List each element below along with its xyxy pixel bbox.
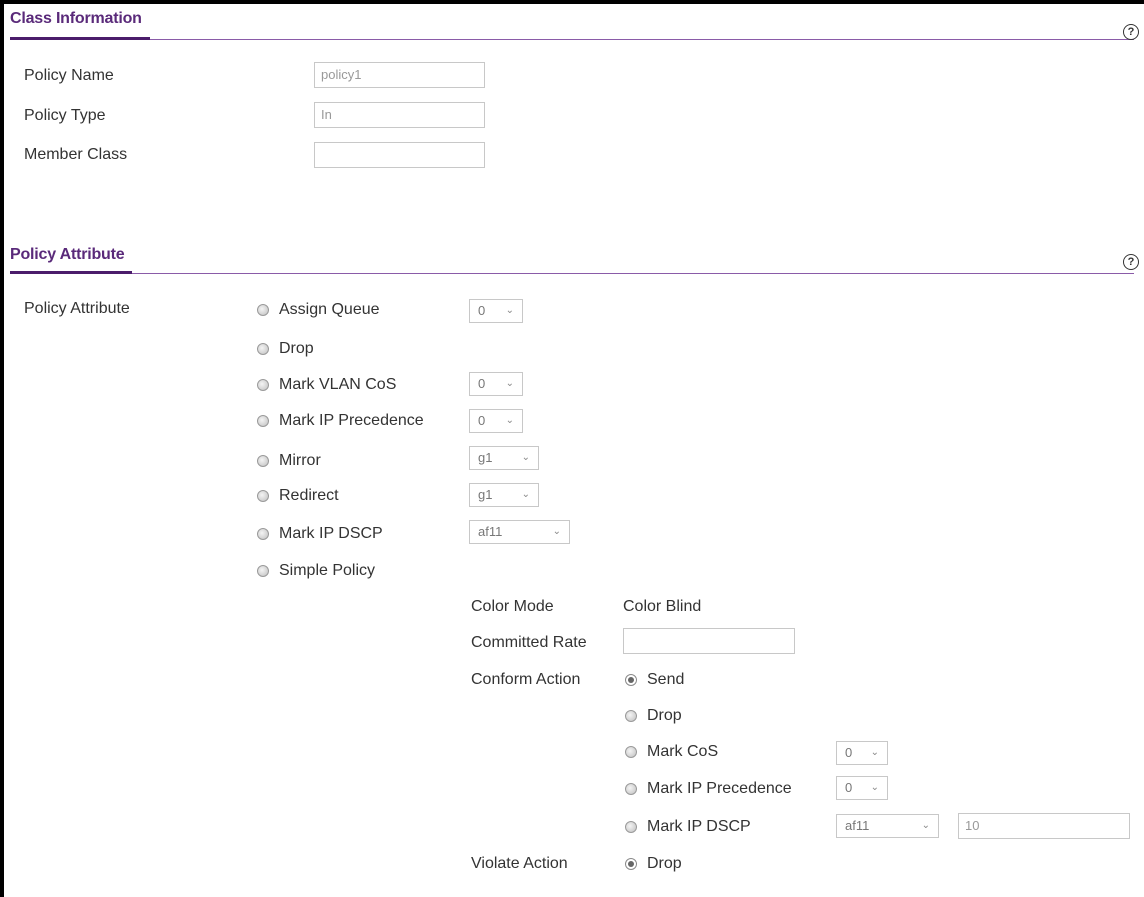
conform-mark-cos-value: 0 — [845, 745, 853, 760]
conform-mark-ip-precedence-select[interactable]: 0 ⌄ — [836, 776, 888, 800]
help-icon[interactable]: ? — [1123, 24, 1139, 40]
conform-action-label: Conform Action — [471, 671, 581, 688]
mark-ip-precedence-radio[interactable] — [257, 415, 269, 427]
mirror-select[interactable]: g1 ⌄ — [469, 446, 539, 470]
violate-action-label: Violate Action — [471, 855, 568, 872]
redirect-select[interactable]: g1 ⌄ — [469, 483, 539, 507]
conform-mark-ip-dscp-value-field[interactable]: 10 — [958, 813, 1130, 839]
member-class-label: Member Class — [24, 146, 128, 163]
mark-ip-dscp-select[interactable]: af11 ⌄ — [469, 520, 570, 544]
simple-policy-label: Simple Policy — [279, 562, 376, 579]
chevron-down-icon: ⌄ — [521, 452, 530, 463]
mirror-radio[interactable] — [257, 455, 269, 467]
conform-mark-ip-precedence-radio[interactable] — [625, 783, 637, 795]
policy-attribute-title: Policy Attribute — [10, 246, 125, 263]
policy-name-label: Policy Name — [24, 67, 114, 84]
chevron-down-icon: ⌄ — [870, 782, 879, 793]
conform-mark-ip-dscp-value: af11 — [845, 818, 870, 833]
mark-vlan-cos-value: 0 — [478, 376, 486, 391]
conform-mark-ip-precedence-label: Mark IP Precedence — [647, 780, 792, 797]
policy-name-field[interactable]: policy1 — [314, 62, 485, 88]
assign-queue-radio[interactable] — [257, 304, 269, 316]
mark-vlan-cos-select[interactable]: 0 ⌄ — [469, 372, 523, 396]
conform-send-radio[interactable] — [625, 674, 637, 686]
violate-drop-radio[interactable] — [625, 858, 637, 870]
assign-queue-select[interactable]: 0 ⌄ — [469, 299, 523, 323]
chevron-down-icon: ⌄ — [505, 305, 514, 316]
conform-mark-ip-dscp-radio[interactable] — [625, 821, 637, 833]
conform-mark-ip-precedence-value: 0 — [845, 780, 853, 795]
frame-left-border — [0, 0, 4, 897]
simple-policy-radio[interactable] — [257, 565, 269, 577]
color-mode-value: Color Blind — [623, 598, 702, 615]
conform-mark-ip-dscp-label: Mark IP DSCP — [647, 818, 751, 835]
policy-type-label: Policy Type — [24, 107, 106, 124]
member-class-field[interactable] — [314, 142, 485, 168]
committed-rate-label: Committed Rate — [471, 634, 587, 651]
redirect-value: g1 — [478, 487, 493, 502]
drop-radio[interactable] — [257, 343, 269, 355]
chevron-down-icon: ⌄ — [870, 747, 879, 758]
conform-mark-ip-dscp-select[interactable]: af11 ⌄ — [836, 814, 939, 838]
conform-drop-label: Drop — [647, 707, 682, 724]
mark-ip-dscp-radio[interactable] — [257, 528, 269, 540]
mark-ip-precedence-label: Mark IP Precedence — [279, 412, 424, 429]
mirror-value: g1 — [478, 450, 493, 465]
violate-drop-label: Drop — [647, 855, 682, 872]
mark-vlan-cos-label: Mark VLAN CoS — [279, 376, 397, 393]
conform-mark-cos-label: Mark CoS — [647, 743, 719, 760]
mark-vlan-cos-radio[interactable] — [257, 379, 269, 391]
conform-drop-radio[interactable] — [625, 710, 637, 722]
chevron-down-icon: ⌄ — [921, 820, 930, 831]
mark-ip-dscp-value: af11 — [478, 524, 503, 539]
assign-queue-value: 0 — [478, 303, 486, 318]
assign-queue-label: Assign Queue — [279, 301, 380, 318]
chevron-down-icon: ⌄ — [505, 415, 514, 426]
drop-label: Drop — [279, 340, 314, 357]
committed-rate-field[interactable] — [623, 628, 795, 654]
chevron-down-icon: ⌄ — [505, 378, 514, 389]
redirect-radio[interactable] — [257, 490, 269, 502]
mirror-label: Mirror — [279, 452, 321, 469]
help-icon[interactable]: ? — [1123, 254, 1139, 270]
color-mode-label: Color Mode — [471, 598, 554, 615]
policy-attribute-label: Policy Attribute — [24, 300, 130, 317]
chevron-down-icon: ⌄ — [521, 489, 530, 500]
mark-ip-precedence-value: 0 — [478, 413, 486, 428]
class-information-title: Class Information — [10, 10, 142, 27]
class-information-divider — [10, 39, 1134, 40]
policy-attribute-underline — [10, 271, 132, 274]
class-information-underline — [10, 37, 150, 40]
mark-ip-dscp-label: Mark IP DSCP — [279, 525, 383, 542]
policy-type-field[interactable]: In — [314, 102, 485, 128]
policy-attribute-divider — [10, 273, 1134, 274]
chevron-down-icon: ⌄ — [552, 526, 561, 537]
redirect-label: Redirect — [279, 487, 339, 504]
conform-mark-cos-select[interactable]: 0 ⌄ — [836, 741, 888, 765]
mark-ip-precedence-select[interactable]: 0 ⌄ — [469, 409, 523, 433]
conform-mark-cos-radio[interactable] — [625, 746, 637, 758]
frame-top-border — [0, 0, 1144, 4]
conform-send-label: Send — [647, 671, 685, 688]
